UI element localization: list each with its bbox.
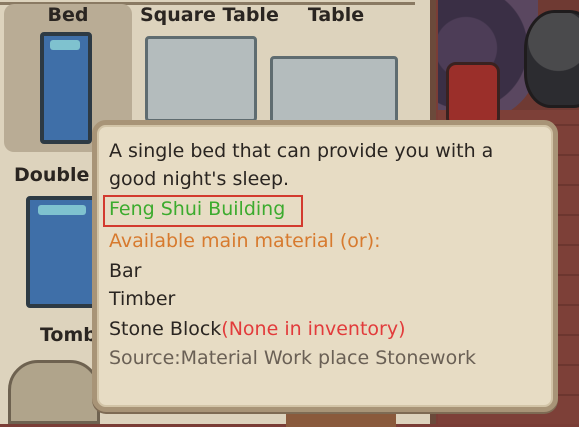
material-stone-block-row: Stone Block(None in inventory) [109, 315, 406, 343]
material-bar: Bar [109, 260, 142, 282]
table-icon [270, 56, 398, 124]
double-bed-icon [26, 196, 98, 308]
material-timber: Timber [109, 288, 176, 310]
material-stone-block: Stone Block [109, 318, 222, 340]
bed-icon [40, 32, 92, 144]
square-table-icon [145, 36, 257, 122]
item-label-table: Table [307, 4, 365, 26]
item-tooltip: A single bed that can provide you with a… [92, 120, 558, 412]
tomb-icon [8, 360, 100, 424]
missing-inventory-note: (None in inventory) [221, 318, 406, 340]
materials-header: Available main material (or): [109, 230, 381, 252]
item-label-square-table: Square Table [140, 4, 279, 26]
item-label-bed: Bed [47, 4, 89, 26]
tooltip-source: Source:Material Work place Stonework [109, 347, 477, 369]
storage-jar [524, 10, 579, 108]
tooltip-category: Feng Shui Building [109, 198, 286, 220]
tooltip-description: A single bed that can provide you with a… [109, 140, 494, 190]
partial-item-icon [286, 410, 396, 427]
red-lantern [446, 62, 500, 128]
